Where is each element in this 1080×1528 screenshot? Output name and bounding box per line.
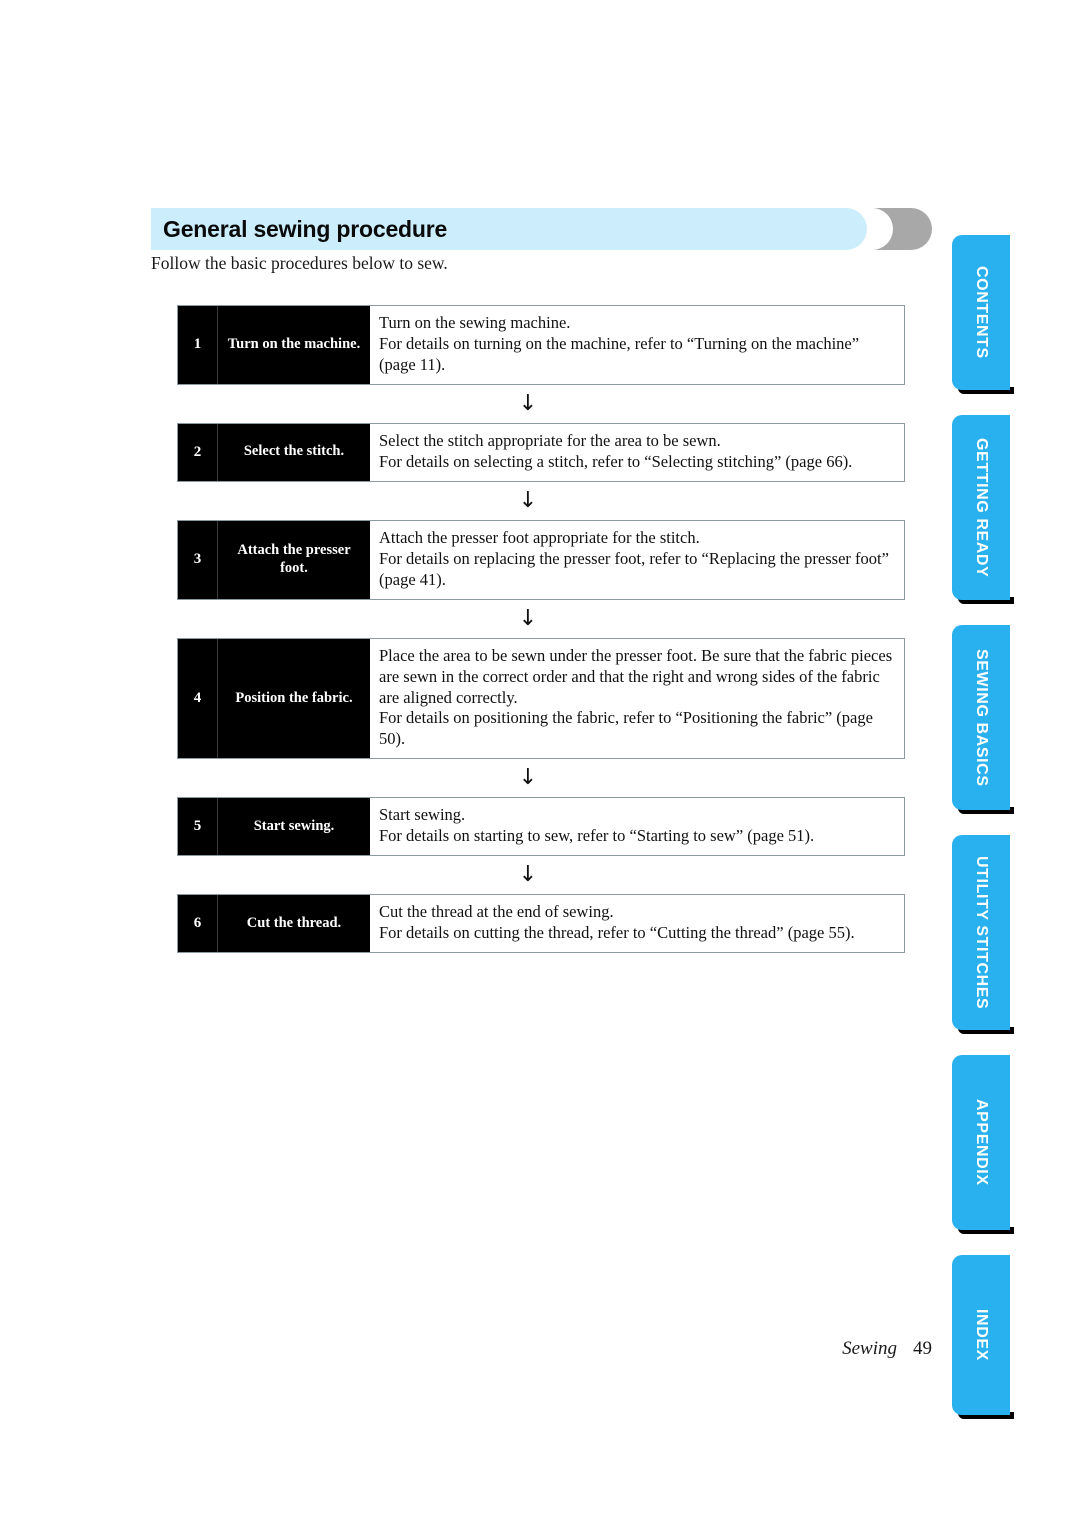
step-description-line: Cut the thread at the end of sewing.: [379, 902, 614, 922]
intro-text: Follow the basic procedures below to sew…: [151, 253, 448, 273]
flow-arrow-down-icon: ↓: [518, 390, 538, 416]
side-tab-label: INDEX: [973, 1309, 990, 1361]
step-description: Place the area to be sewn under the pres…: [370, 638, 904, 759]
step-label: Start sewing.: [218, 798, 370, 856]
flow-arrow-down-icon: ↓: [518, 862, 538, 888]
procedure-flow: 1 Turn on the machine. Turn on the sewing …: [177, 305, 905, 954]
step-description-line: Turn on the sewing machine.: [379, 313, 571, 332]
side-tab-label: CONTENTS: [973, 266, 990, 359]
step-description-line: For details on replacing the presser foo…: [379, 548, 889, 589]
footer-page-number: 49: [913, 1338, 932, 1359]
side-tab-navigation: CONTENTS GETTING READY SEWING BASICS UTILIT…: [952, 235, 1080, 1419]
step-description: Cut the thread at the end of sewing. For …: [370, 895, 904, 953]
page-title: General sewing procedure: [163, 216, 448, 242]
section-heading-banner: General sewing procedure: [151, 208, 932, 250]
step-description-line: For details on selecting a stitch, refer…: [379, 451, 853, 471]
page-footer: Sewing 49: [0, 1338, 932, 1360]
step-description-line: Attach the presser foot appropriate for …: [379, 527, 700, 547]
step-description: Attach the presser foot appropriate for …: [370, 520, 904, 599]
side-tab-utility-stitches[interactable]: UTILITY STITCHES: [952, 835, 1010, 1030]
side-tab-appendix[interactable]: APPENDIX: [952, 1055, 1010, 1230]
step-description-line: Select the stitch appropriate for the ar…: [379, 430, 721, 450]
step-number: 1: [178, 306, 218, 384]
side-tab-contents[interactable]: CONTENTS: [952, 235, 1010, 390]
step-description-line: Start sewing.: [379, 805, 466, 825]
step-number: 2: [178, 423, 218, 481]
step-description-line: For details on turning on the machine, r…: [379, 333, 860, 374]
side-tab-sewing-basics[interactable]: SEWING BASICS: [952, 625, 1010, 810]
step-number: 3: [178, 520, 218, 599]
step-number: 4: [178, 638, 218, 759]
flow-arrow-down-icon: ↓: [518, 487, 538, 513]
procedure-step-row: 6 Cut the thread. Cut the thread at the en…: [177, 894, 905, 954]
step-description-line: Place the area to be sewn under the pres…: [379, 645, 893, 707]
step-description-line: For details on starting to sew, refer to…: [379, 826, 815, 846]
step-description: Turn on the sewing machine. For details o…: [370, 306, 904, 384]
document-page: General sewing procedure Follow the basi…: [0, 0, 1080, 1528]
side-tab-label: GETTING READY: [973, 437, 990, 578]
side-tab-label: UTILITY STITCHES: [973, 855, 990, 1010]
step-number: 6: [178, 895, 218, 953]
side-tab-label: APPENDIX: [973, 1099, 990, 1186]
step-number: 5: [178, 798, 218, 856]
step-description-line: For details on positioning the fabric, r…: [379, 708, 873, 749]
procedure-step-row: 2 Select the stitch. Select the stitch app…: [177, 422, 905, 482]
step-description-line: For details on cutting the thread, refer…: [379, 923, 855, 943]
flow-arrow-down-icon: ↓: [518, 605, 538, 631]
step-label: Position the fabric.: [218, 638, 370, 759]
side-tab-index[interactable]: INDEX: [952, 1255, 1010, 1415]
procedure-step-row: 3 Attach the presser foot. Attach the pres…: [177, 519, 905, 600]
footer-section-name: Sewing: [842, 1338, 897, 1359]
step-label: Attach the presser foot.: [218, 520, 370, 599]
side-tab-label: SEWING BASICS: [973, 648, 990, 787]
step-label: Turn on the machine.: [218, 306, 370, 384]
step-description: Start sewing. For details on starting to …: [370, 798, 904, 856]
procedure-step-row: 4 Position the fabric. Place the area to b…: [177, 637, 905, 760]
side-tab-getting-ready[interactable]: GETTING READY: [952, 415, 1010, 600]
step-description: Select the stitch appropriate for the ar…: [370, 423, 904, 481]
step-label: Select the stitch.: [218, 423, 370, 481]
procedure-step-row: 5 Start sewing. Start sewing. For details o…: [177, 797, 905, 857]
procedure-step-row: 1 Turn on the machine. Turn on the sewing …: [177, 305, 905, 385]
flow-arrow-down-icon: ↓: [518, 765, 538, 791]
step-label: Cut the thread.: [218, 895, 370, 953]
